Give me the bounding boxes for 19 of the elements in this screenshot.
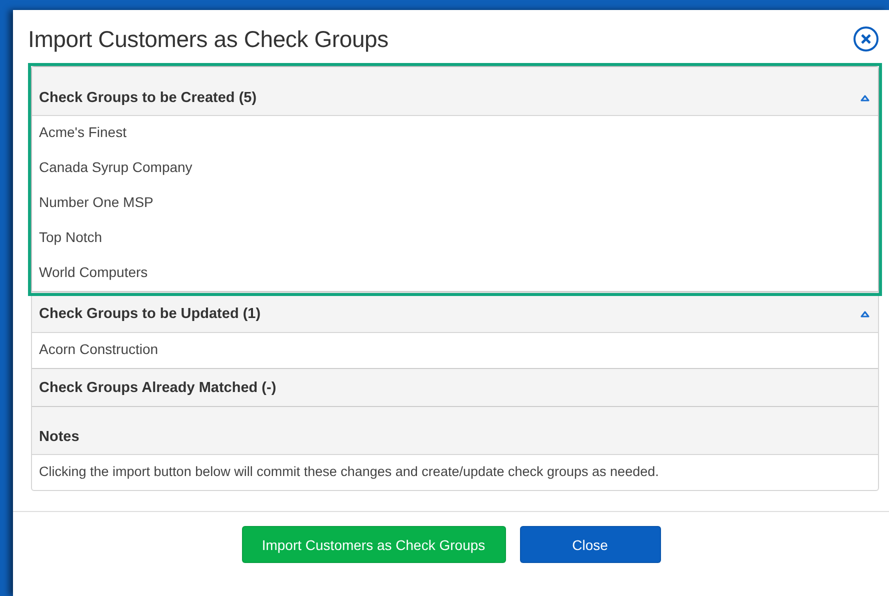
list-item: World Computers — [38, 263, 149, 282]
section-title: Check Groups to be Created (5) — [39, 90, 257, 106]
dialog-title: Import Customers as Check Groups — [28, 26, 388, 52]
close-button[interactable]: Close — [520, 526, 660, 563]
list-item: Canada Syrup Company — [38, 158, 194, 177]
section-title: Check Groups to be Updated (1) — [39, 306, 261, 322]
section-header[interactable]: Check Groups to be Created (5) — [32, 67, 878, 116]
list-item: Number One MSP — [38, 193, 154, 212]
note-text: Clicking the import button below will commit these changes and create/update check groups as needed. — [38, 463, 660, 481]
section-header[interactable]: Check Groups to be Updated (1) — [32, 296, 878, 333]
section-title: Notes — [39, 428, 80, 444]
list-item: Top Notch — [38, 228, 104, 247]
close-icon[interactable] — [853, 26, 879, 52]
section-header[interactable]: Check Groups Already Matched (-) — [32, 369, 878, 406]
list-item: Acme's Finest — [38, 123, 128, 142]
caret-icon[interactable] — [860, 94, 870, 102]
section-title: Check Groups Already Matched (-) — [39, 380, 276, 396]
caret-icon[interactable] — [860, 310, 870, 318]
list-item: Acorn Construction — [38, 340, 160, 359]
